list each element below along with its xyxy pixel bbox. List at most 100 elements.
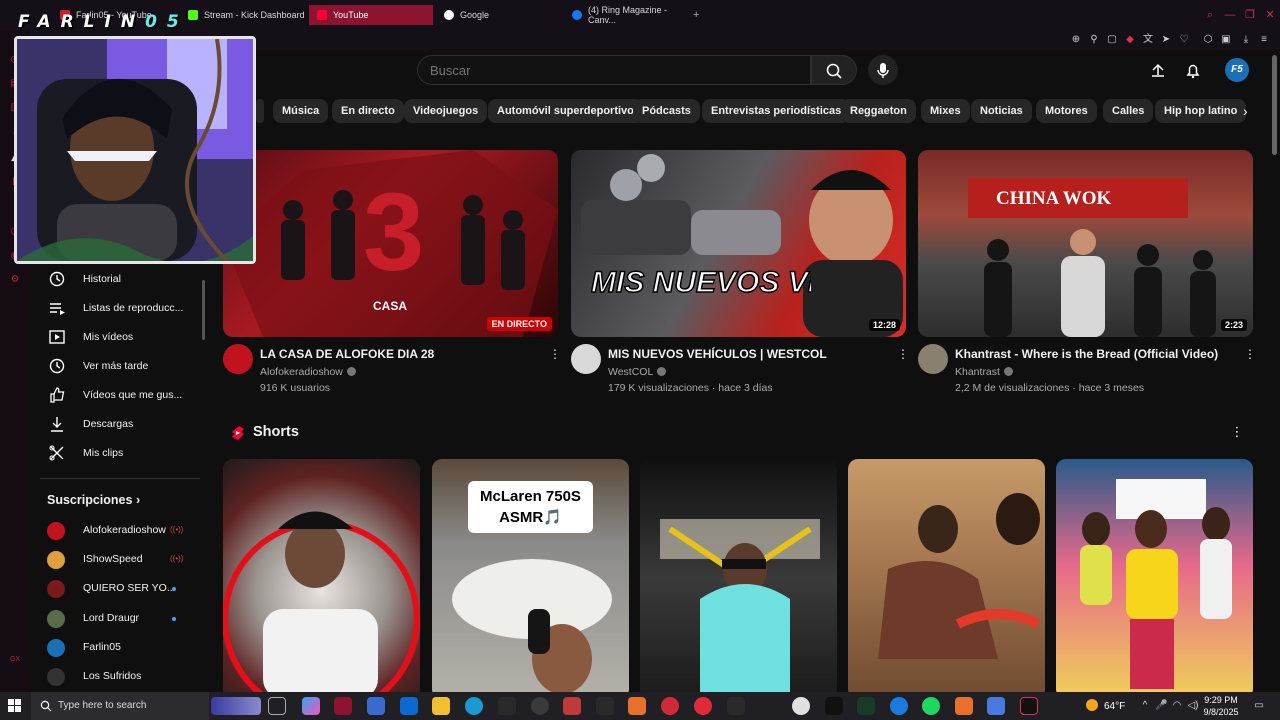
tab-google[interactable]: Google bbox=[436, 5, 560, 25]
taskbar-search-box[interactable]: Type here to search bbox=[31, 692, 209, 720]
sidebar-item-listas[interactable]: Listas de reproducc... bbox=[30, 294, 205, 322]
copilot-icon[interactable] bbox=[302, 697, 320, 715]
chrome-icon[interactable] bbox=[792, 697, 810, 715]
obs-icon[interactable] bbox=[531, 697, 549, 715]
channel-avatar[interactable] bbox=[918, 344, 948, 374]
subscriptions-heading[interactable]: Suscripciones › bbox=[47, 493, 140, 507]
upload-icon[interactable] bbox=[1148, 60, 1168, 80]
shield-icon[interactable]: ◆ bbox=[1123, 33, 1137, 47]
channel-name[interactable]: WestCOL bbox=[608, 366, 667, 378]
subscription-los-sufridos[interactable]: Los Sufridos bbox=[30, 664, 205, 690]
new-tab-button[interactable]: + bbox=[690, 5, 706, 25]
extensions-icon[interactable]: ⬡ bbox=[1201, 33, 1215, 47]
chip-noticias[interactable]: Noticias bbox=[971, 99, 1032, 123]
capcut-icon[interactable] bbox=[498, 697, 516, 715]
clock-date[interactable]: 9/8/2025 bbox=[1201, 707, 1241, 717]
taskbar-widget-icon[interactable] bbox=[211, 697, 261, 715]
chip-musica[interactable]: Música bbox=[273, 99, 329, 123]
opera-gx-icon[interactable] bbox=[334, 697, 352, 715]
app-icon[interactable] bbox=[857, 697, 875, 715]
tiktok-icon[interactable] bbox=[1020, 697, 1038, 715]
app-icon[interactable] bbox=[628, 697, 646, 715]
subscription-alofokeradioshow[interactable]: Alofokeradioshow ((•)) bbox=[30, 518, 205, 544]
sidebar-item-ver-mas-tarde[interactable]: Ver más tarde bbox=[30, 352, 205, 380]
channel-name[interactable]: Alofokeradioshow bbox=[260, 366, 356, 378]
outlook-icon[interactable] bbox=[400, 697, 418, 715]
heart-icon[interactable]: ♡ bbox=[1177, 33, 1191, 47]
chip-all[interactable] bbox=[256, 99, 264, 123]
maximize-icon[interactable]: ❐ bbox=[1243, 8, 1257, 22]
more-options-icon[interactable]: ⋮ bbox=[1244, 347, 1256, 363]
subscription-farlin05[interactable]: Farlin05 bbox=[30, 635, 205, 661]
notifications-bell-icon[interactable] bbox=[1183, 60, 1203, 80]
app-icon[interactable] bbox=[563, 697, 581, 715]
clock-time[interactable]: 9:29 PM bbox=[1201, 695, 1241, 705]
tab-kick-dashboard[interactable]: Stream - Kick Dashboard bbox=[180, 5, 306, 25]
chip-en-directo[interactable]: En directo bbox=[332, 99, 404, 123]
sidebar-item-descargas[interactable]: Descargas bbox=[30, 410, 205, 438]
translate-icon[interactable]: 文 bbox=[1141, 33, 1155, 47]
chip-reggaeton[interactable]: Reggaeton bbox=[841, 99, 916, 123]
chevron-up-icon[interactable]: ^ bbox=[1139, 700, 1151, 712]
zoom-icon[interactable]: ⊕ bbox=[1069, 33, 1083, 47]
video-thumbnail[interactable]: 3 CASA EN DIRECTO bbox=[223, 150, 558, 337]
next-icon[interactable] bbox=[825, 697, 843, 715]
pin-icon[interactable]: ⚲ bbox=[1087, 33, 1101, 47]
video-title[interactable]: Khantrast - Where is the Bread (Official… bbox=[955, 347, 1218, 361]
volume-icon[interactable]: ◁) bbox=[1187, 700, 1199, 712]
short-thumbnail[interactable] bbox=[1056, 459, 1253, 692]
sidebar-item-mis-videos[interactable]: Mis vídeos bbox=[30, 323, 205, 351]
search-tabs-icon[interactable]: ⌕ bbox=[1203, 8, 1217, 22]
chevron-right-icon[interactable]: › bbox=[1243, 102, 1257, 120]
gx-settings-icon[interactable]: ⚙ bbox=[8, 274, 22, 288]
wallet-icon[interactable]: ▣ bbox=[1219, 33, 1233, 47]
chip-entrevistas[interactable]: Entrevistas periodísticas bbox=[702, 99, 851, 123]
task-view-icon[interactable] bbox=[268, 697, 286, 715]
snapshot-icon[interactable]: ▢ bbox=[1105, 33, 1119, 47]
channel-avatar[interactable] bbox=[223, 344, 253, 374]
notifications-icon[interactable]: ▭ bbox=[1253, 700, 1265, 712]
account-avatar[interactable]: F5 bbox=[1225, 58, 1249, 82]
short-thumbnail[interactable]: McLaren 750S ASMR🎵 bbox=[432, 459, 629, 692]
subscription-ishowspeed[interactable]: IShowSpeed ((•)) bbox=[30, 547, 205, 573]
sidebar-scrollbar[interactable] bbox=[202, 280, 205, 340]
wifi-icon[interactable]: ◠ bbox=[1171, 700, 1183, 712]
subscription-quiero-ser-yo[interactable]: QUIERO SER YO... bbox=[30, 576, 205, 602]
more-options-icon[interactable]: ⋮ bbox=[1230, 424, 1244, 442]
menu-icon[interactable]: ≡ bbox=[1257, 33, 1271, 47]
chip-calles[interactable]: Calles bbox=[1103, 99, 1154, 123]
sidebar-item-liked-videos[interactable]: Vídeos que me gus... bbox=[30, 381, 205, 409]
subscription-lord-draugr[interactable]: Lord Draugr bbox=[30, 606, 205, 632]
store-icon[interactable] bbox=[367, 697, 385, 715]
page-scrollbar[interactable] bbox=[1272, 55, 1277, 155]
app-icon[interactable] bbox=[987, 697, 1005, 715]
minimize-icon[interactable]: — bbox=[1223, 8, 1237, 22]
microphone-icon[interactable]: 🎤 bbox=[1155, 700, 1167, 712]
search-button[interactable] bbox=[811, 55, 857, 85]
download-icon[interactable]: ⤓ bbox=[1239, 33, 1253, 47]
windows-start-icon[interactable] bbox=[8, 699, 22, 713]
send-icon[interactable]: ➤ bbox=[1159, 33, 1173, 47]
tab-ring-magazine[interactable]: (4) Ring Magazine - Canv... bbox=[564, 5, 688, 25]
video-title[interactable]: LA CASA DE ALOFOKE DIA 28 bbox=[260, 347, 434, 361]
tab-youtube[interactable]: YouTube bbox=[309, 5, 433, 25]
short-thumbnail[interactable] bbox=[848, 459, 1045, 692]
chip-videojuegos[interactable]: Videojuegos bbox=[404, 99, 488, 123]
chip-hip-hop-latino[interactable]: Hip hop latino bbox=[1155, 99, 1247, 123]
youtube-icon[interactable] bbox=[661, 697, 679, 715]
chip-podcasts[interactable]: Pódcasts bbox=[633, 99, 700, 123]
spotify-icon[interactable] bbox=[922, 697, 940, 715]
video-thumbnail[interactable]: CHINA WOK 2:23 bbox=[918, 150, 1253, 337]
sidebar-item-mis-clips[interactable]: Mis clips bbox=[30, 439, 205, 467]
chip-motores[interactable]: Motores bbox=[1036, 99, 1097, 123]
channel-name[interactable]: Khantrast bbox=[955, 366, 1013, 378]
voice-search-button[interactable] bbox=[868, 55, 898, 85]
search-input[interactable] bbox=[417, 55, 811, 85]
weather-widget[interactable]: 64°F bbox=[1086, 699, 1125, 712]
video-title[interactable]: MIS NUEVOS VEHÍCULOS | WESTCOL bbox=[608, 347, 827, 361]
capcut-icon[interactable] bbox=[596, 697, 614, 715]
file-explorer-icon[interactable] bbox=[432, 697, 450, 715]
channel-avatar[interactable] bbox=[571, 344, 601, 374]
edge-icon[interactable] bbox=[465, 697, 483, 715]
short-thumbnail[interactable] bbox=[640, 459, 837, 692]
